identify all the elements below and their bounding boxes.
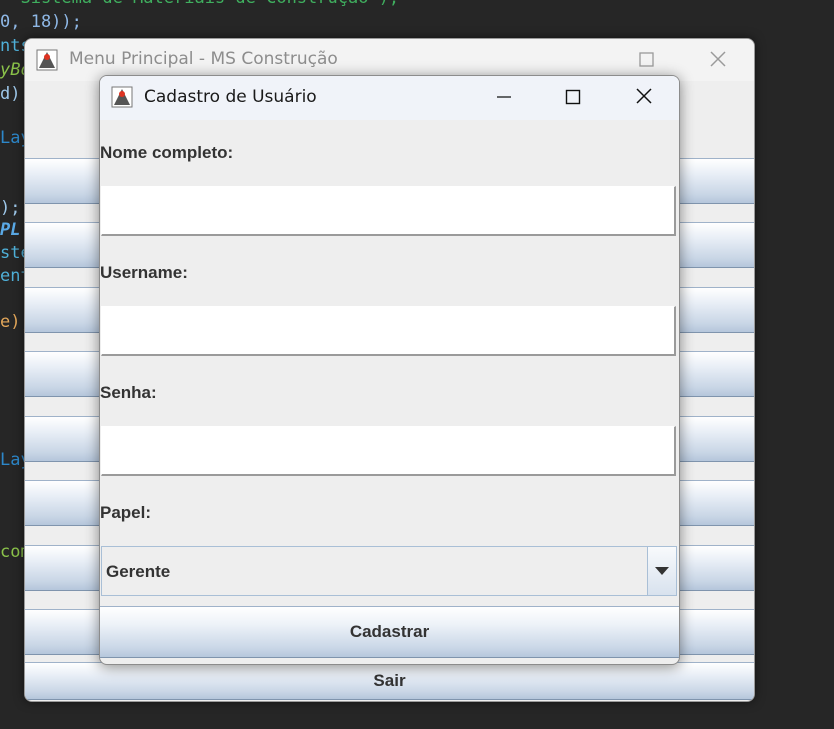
maximize-icon[interactable] bbox=[558, 84, 588, 110]
maximize-icon[interactable] bbox=[631, 47, 661, 73]
sair-label: Sair bbox=[373, 671, 406, 690]
papel-select[interactable]: Gerente bbox=[101, 546, 677, 596]
nome-field[interactable] bbox=[101, 186, 676, 236]
cadastro-usuario-dialog: Cadastro de Usuário Nome completo: Usern… bbox=[99, 75, 680, 665]
username-field[interactable] bbox=[101, 306, 676, 356]
code-line: 0, 18)); bbox=[0, 12, 82, 32]
code-line: PL bbox=[0, 220, 21, 240]
dropdown-arrow-button[interactable] bbox=[647, 547, 676, 595]
java-app-icon bbox=[36, 49, 58, 71]
dialog-title: Cadastro de Usuário bbox=[144, 87, 317, 107]
code-line: Sistema de Materiais de Construção"); bbox=[0, 0, 399, 8]
papel-label: Papel: bbox=[100, 503, 152, 522]
username-label: Username: bbox=[100, 263, 188, 282]
main-window-title: Menu Principal - MS Construção bbox=[69, 49, 338, 69]
cadastrar-button[interactable]: Cadastrar bbox=[100, 606, 679, 658]
minimize-icon[interactable] bbox=[489, 84, 519, 110]
sair-button[interactable]: Sair bbox=[25, 662, 754, 700]
dialog-title-bar[interactable]: Cadastro de Usuário bbox=[100, 76, 679, 120]
close-icon[interactable] bbox=[703, 47, 733, 73]
senha-label: Senha: bbox=[100, 383, 157, 402]
senha-field[interactable] bbox=[101, 426, 676, 476]
cadastrar-label: Cadastrar bbox=[349, 622, 430, 641]
chevron-down-icon bbox=[655, 567, 669, 575]
nome-label: Nome completo: bbox=[100, 143, 234, 162]
code-line: ); bbox=[0, 198, 21, 218]
close-icon[interactable] bbox=[629, 84, 659, 110]
papel-selected-value: Gerente bbox=[106, 562, 171, 581]
java-app-icon bbox=[111, 86, 133, 108]
